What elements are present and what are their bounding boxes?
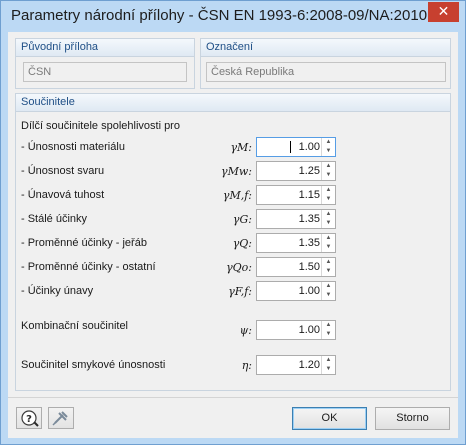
- spin-down-icon[interactable]: ▼: [322, 267, 335, 276]
- close-icon: ✕: [437, 3, 450, 19]
- unpin-button[interactable]: [48, 407, 74, 429]
- spin-down-icon[interactable]: ▼: [322, 195, 335, 204]
- row-symbol-gamma-ff: γF,f:: [228, 285, 252, 298]
- row-symbol-gamma-mf: γM,f:: [222, 189, 252, 202]
- spin-down-icon[interactable]: ▼: [322, 291, 335, 300]
- spin-up-icon[interactable]: ▲: [322, 210, 335, 219]
- spin-up-icon[interactable]: ▲: [322, 282, 335, 291]
- gamma-q-spinbox[interactable]: 1.35 ▲ ▼: [256, 233, 336, 253]
- spin-down-icon[interactable]: ▼: [322, 219, 335, 228]
- close-button[interactable]: ✕: [428, 2, 459, 22]
- spin-up-icon[interactable]: ▲: [322, 186, 335, 195]
- group-oznaceni: Označení Česká Republika: [200, 38, 451, 89]
- gamma-ff-value: 1.00: [298, 285, 320, 297]
- psi-spinbox[interactable]: 1.00 ▲ ▼: [256, 320, 336, 340]
- window-title: Parametry národní přílohy - ČSN EN 1993-…: [11, 7, 440, 24]
- gamma-g-value: 1.35: [298, 213, 320, 225]
- spin-down-icon[interactable]: ▼: [322, 365, 335, 374]
- cancel-button[interactable]: Storno: [375, 407, 450, 430]
- gamma-m-value: 1.00: [298, 141, 320, 153]
- row-label-promenne-ucinky-jerab: - Proměnné účinky - jeřáb: [21, 237, 147, 249]
- dialog-client: Původní příloha ČSN Označení Česká Repub…: [8, 32, 458, 438]
- spin-down-icon[interactable]: ▼: [322, 243, 335, 252]
- spin-up-icon[interactable]: ▲: [322, 234, 335, 243]
- unpin-icon: [52, 411, 68, 426]
- gamma-mf-spinbox[interactable]: 1.15 ▲ ▼: [256, 185, 336, 205]
- psi-value: 1.00: [298, 324, 320, 336]
- help-icon: ?: [21, 410, 39, 427]
- row-symbol-gamma-m: γM:: [230, 141, 252, 154]
- spin-down-icon[interactable]: ▼: [322, 171, 335, 180]
- group-title-oznaceni: Označení: [206, 41, 254, 53]
- gamma-mw-spinbox[interactable]: 1.25 ▲ ▼: [256, 161, 336, 181]
- spin-up-icon[interactable]: ▲: [322, 321, 335, 330]
- label-soucinitel-smykove-unosnosti: Součinitel smykové únosnosti: [21, 359, 166, 371]
- row-label-unavova-tuhost: - Únavová tuhost: [21, 189, 105, 201]
- row-symbol-gamma-mw: γMw:: [221, 165, 252, 178]
- help-button[interactable]: ?: [16, 407, 42, 429]
- ok-button[interactable]: OK: [292, 407, 367, 430]
- gamma-ff-spinbox[interactable]: 1.00 ▲ ▼: [256, 281, 336, 301]
- eta-spinbox[interactable]: 1.20 ▲ ▼: [256, 355, 336, 375]
- eta-value: 1.20: [298, 359, 320, 371]
- gamma-qo-spinbox[interactable]: 1.50 ▲ ▼: [256, 257, 336, 277]
- title-bar[interactable]: Parametry národní přílohy - ČSN EN 1993-…: [1, 1, 465, 32]
- group-puvodni-priloha: Původní příloha ČSN: [15, 38, 195, 89]
- row-label-unosnosti-materialu: - Únosnosti materiálu: [21, 141, 125, 153]
- label-kombinacni-soucinitel: Kombinační součinitel: [21, 320, 129, 332]
- dialog-window: Parametry národní přílohy - ČSN EN 1993-…: [0, 0, 466, 445]
- spin-up-icon[interactable]: ▲: [322, 138, 335, 147]
- gamma-mf-value: 1.15: [298, 189, 320, 201]
- group-soucinitele: Součinitele Dílčí součinitele spolehlivo…: [15, 93, 451, 391]
- spin-up-icon[interactable]: ▲: [322, 162, 335, 171]
- row-label-stale-ucinky: - Stálé účinky: [21, 213, 88, 225]
- spin-up-icon[interactable]: ▲: [322, 356, 335, 365]
- oznaceni-field: Česká Republika: [206, 62, 446, 82]
- symbol-eta: η:: [241, 359, 252, 372]
- puvodni-priloha-field: ČSN: [23, 62, 187, 82]
- group-title-soucinitele: Součinitele: [21, 96, 75, 108]
- spin-down-icon[interactable]: ▼: [322, 147, 335, 156]
- group-title-puvodni: Původní příloha: [21, 41, 99, 53]
- gamma-m-spinbox[interactable]: 1.00 ▲ ▼: [256, 137, 336, 157]
- gamma-q-value: 1.35: [298, 237, 320, 249]
- gamma-mw-value: 1.25: [298, 165, 320, 177]
- row-label-unosnost-svaru: - Únosnost svaru: [21, 165, 105, 177]
- subheader-dilci-soucinitele: Dílčí součinitele spolehlivosti pro: [21, 120, 180, 132]
- spin-down-icon[interactable]: ▼: [322, 330, 335, 339]
- symbol-psi: ψ:: [239, 324, 252, 337]
- row-symbol-gamma-g: γG:: [232, 213, 252, 226]
- row-label-promenne-ucinky-ostatni: - Proměnné účinky - ostatní: [21, 261, 156, 273]
- row-symbol-gamma-q: γQ:: [232, 237, 252, 250]
- row-symbol-gamma-qo: γQo:: [226, 261, 252, 274]
- svg-text:?: ?: [26, 414, 32, 425]
- gamma-g-spinbox[interactable]: 1.35 ▲ ▼: [256, 209, 336, 229]
- separator: [8, 397, 458, 398]
- spin-up-icon[interactable]: ▲: [322, 258, 335, 267]
- row-label-ucinky-unavy: - Účinky únavy: [21, 285, 94, 297]
- gamma-qo-value: 1.50: [298, 261, 320, 273]
